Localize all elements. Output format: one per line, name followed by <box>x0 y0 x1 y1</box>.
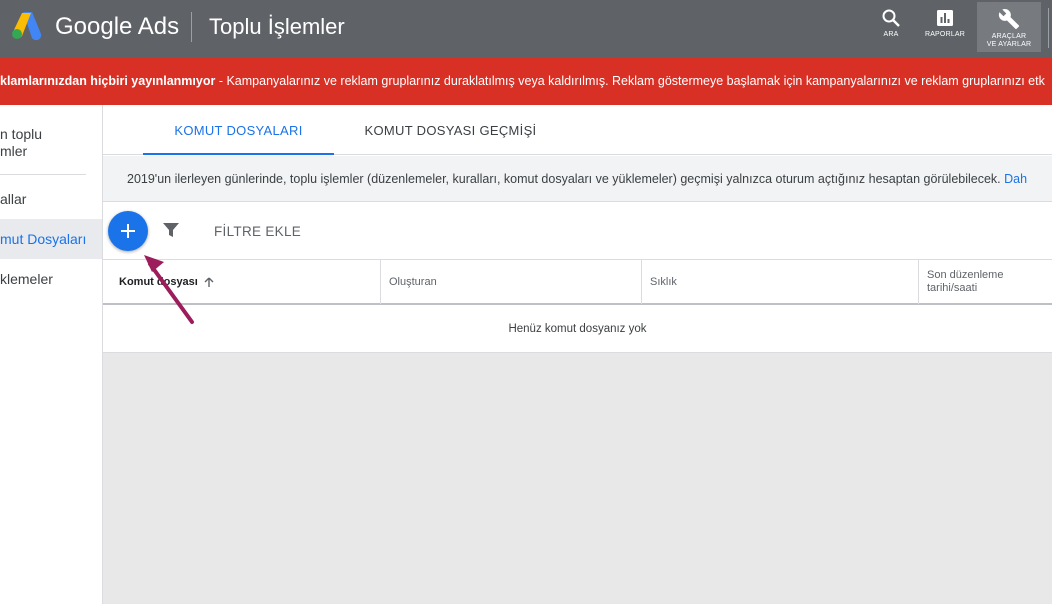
search-button[interactable]: ARA <box>872 2 910 52</box>
empty-state-message: Henüz komut dosyanız yok <box>103 305 1052 353</box>
alert-text: - Kampanyalarınız ve reklam gruplarınız … <box>215 74 1045 88</box>
brand-name[interactable]: Google Ads <box>55 13 179 41</box>
add-script-button[interactable] <box>108 211 148 251</box>
header-divider <box>191 12 192 42</box>
main-content: KOMUT DOSYALARI KOMUT DOSYASI GEÇMİŞİ 20… <box>103 105 1052 353</box>
reports-button-label: RAPORLAR <box>924 31 966 38</box>
tab-script-history[interactable]: KOMUT DOSYASI GEÇMİŞİ <box>348 105 553 155</box>
plus-icon <box>121 224 135 238</box>
sidebar-item-rules[interactable]: allar <box>0 191 102 207</box>
reports-icon <box>937 10 953 26</box>
search-button-label: ARA <box>883 31 899 38</box>
info-notice: 2019'un ilerleyen günlerinde, toplu işle… <box>103 156 1052 202</box>
notice-text: 2019'un ilerleyen günlerinde, toplu işle… <box>127 172 1005 186</box>
search-icon <box>882 9 900 27</box>
column-header-label-line1: Son düzenleme <box>927 269 1004 281</box>
header-edge-divider <box>1048 8 1049 48</box>
alert-bold-text: klamlarınızdan hiçbiri yayınlanmıyor <box>0 74 216 88</box>
tab-scripts[interactable]: KOMUT DOSYALARI <box>143 105 334 155</box>
status-alert-banner: klamlarınızdan hiçbiri yayınlanmıyor - K… <box>0 58 1052 105</box>
sidebar-divider <box>0 174 86 175</box>
reports-button[interactable]: RAPORLAR <box>918 2 972 52</box>
tools-button-label-line1: ARAÇLAR <box>991 33 1027 40</box>
sidebar: n toplu mler allar mut Dosyaları klemele… <box>0 105 103 604</box>
column-header-last-modified[interactable]: Son düzenleme tarihi/saati <box>918 260 1052 304</box>
column-header-label-line2: tarihi/saati <box>927 282 978 294</box>
column-header-created-by[interactable]: Oluşturan <box>380 260 641 304</box>
wrench-icon <box>998 9 1020 30</box>
notice-link[interactable]: Dah <box>1004 172 1027 186</box>
tools-settings-button[interactable]: ARAÇLAR VE AYARLAR <box>977 2 1041 52</box>
filter-icon[interactable] <box>162 222 180 238</box>
sidebar-item-scripts[interactable]: mut Dosyaları <box>0 219 102 259</box>
sidebar-item-uploads[interactable]: klemeler <box>0 271 102 287</box>
add-filter-button[interactable]: FİLTRE EKLE <box>214 224 301 239</box>
table-toolbar: FİLTRE EKLE <box>103 202 1052 259</box>
table-header: Komut dosyası Oluşturan Sıklık Son düzen… <box>103 259 1052 305</box>
column-header-frequency[interactable]: Sıklık <box>641 260 918 304</box>
sidebar-item-label-line2: mler <box>0 143 28 159</box>
sidebar-item-bulk-actions[interactable]: n toplu mler <box>0 126 102 160</box>
sort-ascending-icon[interactable] <box>204 277 214 288</box>
sidebar-item-label-line1: n toplu <box>0 126 43 142</box>
tools-button-label-line2: VE AYARLAR <box>986 41 1032 48</box>
google-ads-logo-icon[interactable] <box>10 10 44 40</box>
page-title: Toplu İşlemler <box>209 14 345 39</box>
top-app-bar: Google Ads Toplu İşlemler ARA RAPORLAR A… <box>0 0 1052 58</box>
tab-bar: KOMUT DOSYALARI KOMUT DOSYASI GEÇMİŞİ <box>103 105 1052 155</box>
annotation-arrow-icon <box>144 255 194 324</box>
